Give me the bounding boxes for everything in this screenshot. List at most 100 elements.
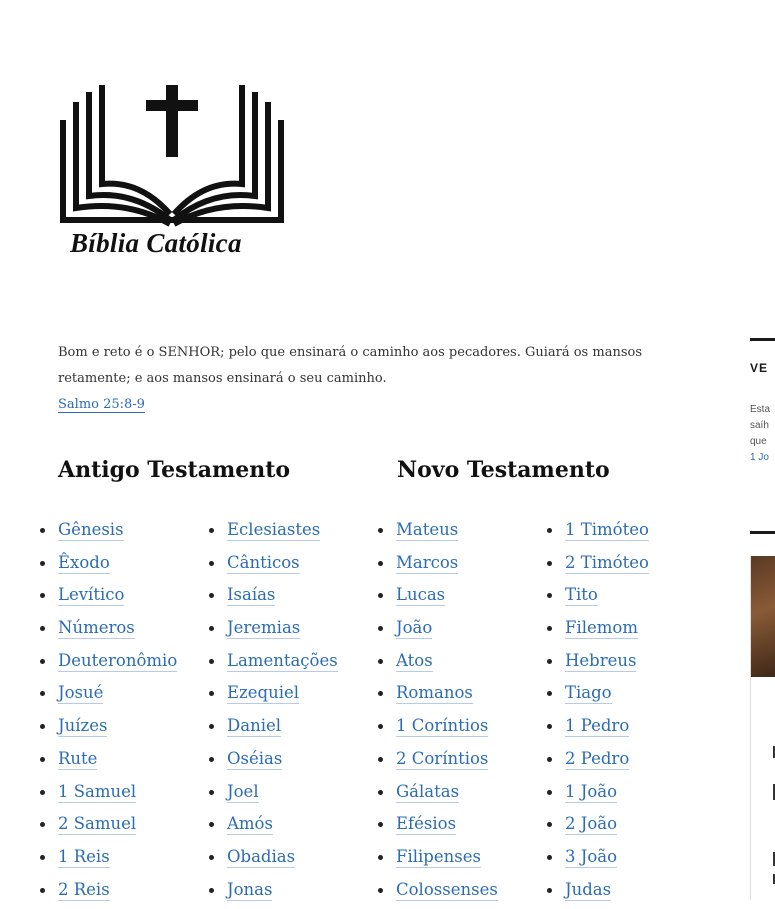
book-link[interactable]: Oséias	[227, 748, 283, 770]
book-link[interactable]: 1 Timóteo	[565, 520, 649, 541]
book-link[interactable]: Filipenses	[396, 846, 481, 868]
sidebar-widget-title: VE	[750, 361, 769, 375]
book-link[interactable]: Jeremias	[227, 618, 301, 640]
book-link[interactable]: Gálatas	[396, 781, 460, 803]
book-list-item: Lamentações	[209, 648, 338, 681]
book-list-item: Tiago	[547, 680, 649, 713]
book-link[interactable]: Judas	[565, 879, 612, 901]
book-list-item: Josué	[40, 680, 177, 713]
sidebar-divider	[750, 531, 775, 534]
book-link[interactable]: Filemom	[565, 618, 638, 640]
book-list-item: 2 Reis	[40, 877, 177, 909]
book-link[interactable]: Levítico	[58, 585, 125, 607]
book-link[interactable]: Lucas	[396, 585, 446, 607]
book-link[interactable]: Daniel	[227, 716, 282, 738]
book-link[interactable]: Tiago	[565, 683, 612, 705]
sidebar-text-line: Esta	[750, 404, 771, 415]
new-testament-list-1: Mateus Marcos Lucas João Atos Romanos 1 Corínt…	[378, 517, 498, 909]
book-list-item: 1 Samuel	[40, 779, 177, 812]
book-list-item: Gálatas	[378, 779, 498, 812]
sidebar-link[interactable]: 1 Jo	[750, 450, 775, 466]
book-link[interactable]: Êxodo	[58, 552, 110, 574]
book-link[interactable]: Amós	[227, 814, 273, 836]
book-link[interactable]: 1 Coríntios	[396, 716, 489, 738]
book-list-item: Números	[40, 615, 177, 648]
book-list-item: Daniel	[209, 713, 338, 746]
book-link[interactable]: Joel	[227, 781, 259, 803]
book-link[interactable]: Lamentações	[227, 650, 338, 672]
book-list-item: Marcos	[378, 550, 498, 583]
book-link[interactable]: 1 Reis	[58, 846, 110, 868]
book-link[interactable]: Jonas	[227, 879, 273, 901]
book-list-item: Colossenses	[378, 877, 498, 909]
book-link[interactable]: Tito	[565, 585, 598, 607]
book-list-item: Deuteronômio	[40, 648, 178, 681]
sidebar-text-line: saíh	[750, 420, 769, 431]
book-link[interactable]: 1 Pedro	[565, 716, 630, 738]
book-list-item: 2 Pedro	[547, 746, 649, 779]
book-list-item: Jeremias	[209, 615, 338, 648]
book-link[interactable]: Números	[58, 618, 135, 640]
book-list-item: Lucas	[378, 582, 498, 615]
book-link[interactable]: 1 João	[565, 781, 618, 803]
book-link[interactable]: 2 Timóteo	[565, 552, 649, 574]
book-link[interactable]: Atos	[396, 650, 433, 672]
book-link[interactable]: João	[396, 618, 433, 640]
open-bible-cross-icon	[60, 85, 284, 227]
book-link[interactable]: Colossenses	[396, 879, 498, 901]
old-testament-heading: Antigo Testamento	[58, 457, 291, 483]
verse-block: Bom e reto é o SENHOR; pelo que ensinará…	[58, 340, 718, 418]
book-list-item: 1 Timóteo	[547, 517, 649, 550]
book-link[interactable]: Eclesiastes	[227, 520, 321, 541]
book-link[interactable]: Juízes	[58, 716, 108, 738]
old-testament-list-2: Eclesiastes Cânticos Isaías Jeremias Lamenta…	[209, 517, 338, 909]
book-list-item: 2 Coríntios	[378, 746, 498, 779]
book-list-item: Joel	[209, 779, 338, 812]
book-link[interactable]: Marcos	[396, 552, 459, 574]
sidebar-card[interactable]	[750, 556, 775, 900]
logo-text: Bíblia Católica	[70, 228, 242, 258]
book-list-item: 2 Samuel	[40, 811, 177, 844]
book-list-item: 1 João	[547, 779, 649, 812]
book-list-item: Oséias	[209, 746, 338, 779]
book-list-item: 2 João	[547, 811, 649, 844]
book-list-item: 1 Coríntios	[378, 713, 498, 746]
book-link[interactable]: Efésios	[396, 814, 457, 836]
verse-reference-link[interactable]: Salmo 25:8-9	[58, 397, 145, 413]
book-list-item: Amós	[209, 811, 338, 844]
book-list-item: Juízes	[40, 713, 177, 746]
book-list-item: Efésios	[378, 811, 498, 844]
book-list-item: Isaías	[209, 582, 338, 615]
book-link[interactable]: Isaías	[227, 585, 276, 607]
sidebar-card-image	[751, 556, 775, 677]
book-link[interactable]: Romanos	[396, 683, 473, 705]
book-link[interactable]: Gênesis	[58, 520, 124, 541]
book-list-item: 1 Reis	[40, 844, 177, 877]
book-link[interactable]: Cânticos	[227, 552, 300, 574]
book-list-item: Obadias	[209, 844, 338, 877]
book-list-item: Hebreus	[547, 648, 649, 681]
book-list-item: Mateus	[378, 517, 498, 550]
book-link[interactable]: 3 João	[565, 846, 618, 868]
site-logo[interactable]: Bíblia Católica	[58, 80, 288, 270]
verse-text: Bom e reto é o SENHOR; pelo que ensinará…	[58, 345, 642, 386]
book-list-item: João	[378, 615, 498, 648]
book-link[interactable]: 2 João	[565, 814, 618, 836]
book-link[interactable]: Hebreus	[565, 650, 637, 672]
book-link[interactable]: 2 Coríntios	[396, 748, 489, 770]
book-link[interactable]: Ezequiel	[227, 683, 300, 705]
book-link[interactable]: 2 Pedro	[565, 748, 630, 770]
book-link[interactable]: Mateus	[396, 520, 459, 541]
book-link[interactable]: Obadias	[227, 846, 296, 868]
book-list-item: Filemom	[547, 615, 649, 648]
book-link[interactable]: Deuteronômio	[58, 650, 178, 672]
book-list-item: Romanos	[378, 680, 498, 713]
sidebar-text-line: que	[750, 436, 767, 447]
book-link[interactable]: Josué	[58, 683, 104, 705]
book-link[interactable]: 2 Samuel	[58, 814, 137, 836]
book-link[interactable]: 1 Samuel	[58, 781, 137, 803]
book-list-item: Judas	[547, 877, 649, 909]
book-link[interactable]: 2 Reis	[58, 879, 110, 901]
new-testament-heading: Novo Testamento	[397, 457, 610, 483]
book-link[interactable]: Rute	[58, 748, 98, 770]
